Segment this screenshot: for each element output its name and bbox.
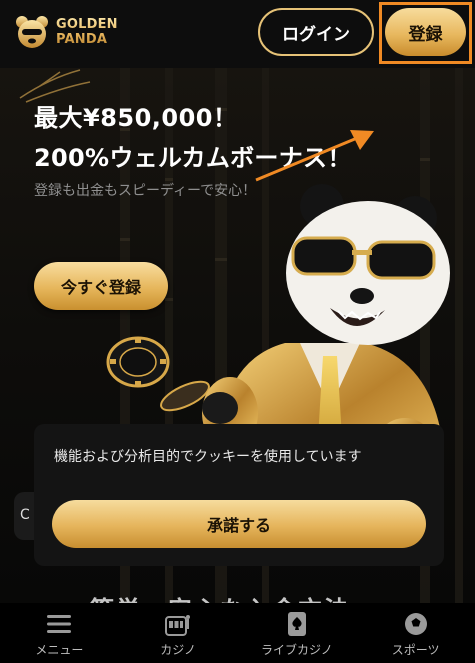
nav-item-sports[interactable]: スポーツ bbox=[356, 603, 475, 663]
menu-icon bbox=[47, 615, 72, 633]
nav-label-casino: カジノ bbox=[160, 643, 196, 657]
arrow-indicator bbox=[255, 130, 374, 182]
nav-item-casino[interactable]: カジノ bbox=[119, 603, 238, 663]
soccer-ball-icon bbox=[404, 613, 427, 635]
bottom-navigation: メニュー カジノ ライブカジノ スポーツ bbox=[0, 603, 475, 663]
accept-cookies-button[interactable]: 承諾する bbox=[52, 500, 426, 548]
nav-label-live-casino: ライブカジノ bbox=[260, 643, 333, 657]
cookie-consent-dialog: 機能および分析目的でクッキーを使用しています 承諾する bbox=[34, 424, 444, 566]
logo-line-1: GOLDEN bbox=[56, 17, 118, 32]
register-now-button[interactable]: 今すぐ登録 bbox=[34, 262, 168, 310]
nav-label-sports: スポーツ bbox=[391, 643, 440, 657]
partial-input-field[interactable]: C bbox=[14, 492, 34, 540]
spade-card-icon bbox=[287, 612, 306, 636]
register-button[interactable]: 登録 bbox=[385, 8, 466, 56]
panda-logo-icon bbox=[16, 16, 48, 48]
nav-item-menu[interactable]: メニュー bbox=[0, 603, 119, 663]
golden-panda-logo[interactable]: GOLDEN PANDA bbox=[14, 12, 124, 52]
partial-input-char: C bbox=[20, 507, 30, 523]
logo-line-2: PANDA bbox=[56, 32, 108, 47]
hero-headline-amount: 最大¥850,000！ bbox=[34, 104, 238, 132]
top-header: GOLDEN PANDA ログイン 登録 bbox=[0, 0, 475, 68]
login-button[interactable]: ログイン bbox=[258, 8, 374, 56]
logo-text: GOLDEN PANDA bbox=[56, 17, 118, 47]
nav-item-live-casino[interactable]: ライブカジノ bbox=[238, 603, 357, 663]
nav-label-menu: メニュー bbox=[35, 643, 84, 657]
slot-machine-icon bbox=[165, 615, 191, 636]
cookie-message: 機能および分析目的でクッキーを使用しています bbox=[54, 449, 362, 465]
